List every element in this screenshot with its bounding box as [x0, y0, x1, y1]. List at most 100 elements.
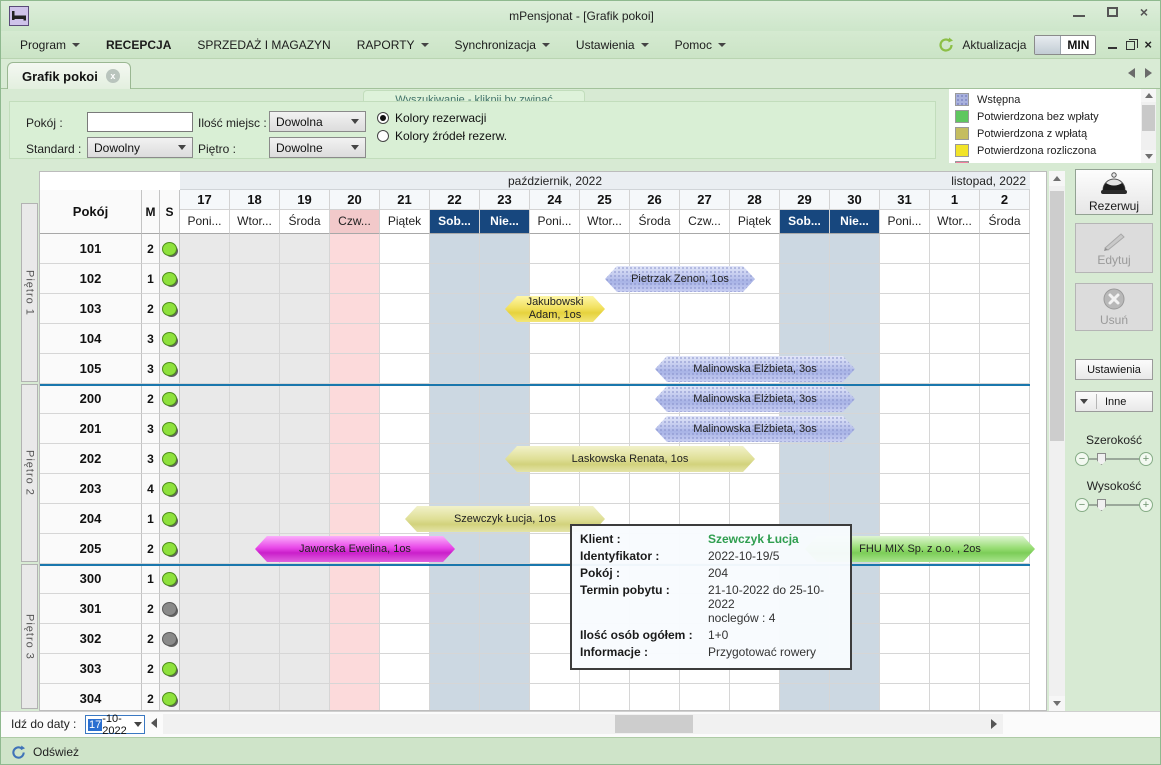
standard-filter-select[interactable]: Dowolny [87, 137, 193, 158]
chevron-down-icon [351, 145, 359, 150]
tooltip-label: Identyfikator : [580, 549, 708, 563]
day-number-cell: 25 [580, 190, 630, 210]
menu-item[interactable]: Ustawienia [563, 31, 662, 58]
radio-label: Kolory źródeł rezerw. [395, 129, 507, 143]
tooltip-value: 2022-10-19/5 [708, 549, 779, 563]
update-refresh-icon [938, 37, 954, 53]
scroll-right-icon[interactable] [991, 719, 997, 729]
minimize-button[interactable] [1073, 8, 1085, 17]
child-restore-button[interactable] [1126, 41, 1135, 50]
menu-item-label: RECEPCJA [106, 38, 171, 52]
tooltip-value-wrap: 21-10-2022 do 25-10-2022noclegów : 4 [708, 583, 842, 625]
legend-panel: WstępnaPotwierdzona bez wpłatyPotwierdzo… [949, 89, 1156, 163]
width-slider-thumb[interactable] [1097, 453, 1106, 465]
month-label-october: październik, 2022 [180, 172, 930, 190]
settings-button[interactable]: Ustawienia [1075, 359, 1153, 380]
room-filter-input[interactable] [87, 112, 193, 132]
scroll-up-icon[interactable] [1141, 89, 1156, 102]
day-number-cell: 28 [730, 190, 780, 210]
reservation-bar[interactable]: Malinowska Elżbieta, 3os [655, 416, 855, 442]
tab-scroll-right-icon[interactable] [1145, 68, 1152, 78]
legend-color-swatch [955, 110, 969, 123]
day-name-cell: Środa [980, 210, 1030, 234]
room-column-header: Pokój [40, 190, 142, 234]
slider-track[interactable] [1083, 504, 1145, 506]
tooltip-value: 21-10-2022 do 25-10-2022 [708, 583, 842, 611]
legend-scrollbar[interactable] [1141, 89, 1156, 163]
menu-item[interactable]: RAPORTY [344, 31, 442, 58]
day-name-row: Poni...Wtor...ŚrodaCzw...PiątekSob...Nie… [180, 210, 1030, 234]
min-toggle-knob[interactable] [1035, 36, 1061, 54]
day-number-cell: 31 [880, 190, 930, 210]
horizontal-scrollbar[interactable] [163, 714, 1003, 734]
tab-grafik-pokoi[interactable]: Grafik pokoi x [7, 62, 131, 89]
other-button[interactable]: Inne [1075, 391, 1153, 412]
reservation-bar[interactable]: Jaworska Ewelina, 1os [255, 536, 455, 562]
scroll-down-icon[interactable] [1141, 150, 1156, 163]
radio-label: Kolory rezerwacji [395, 111, 486, 125]
child-close-button[interactable]: × [1144, 40, 1152, 50]
menu-item[interactable]: Pomoc [662, 31, 739, 58]
delete-x-icon [1102, 287, 1126, 311]
menu-item[interactable]: Synchronizacja [442, 31, 563, 58]
refresh-label[interactable]: Odśwież [33, 745, 79, 759]
tooltip-value-wrap: 2022-10-19/5 [708, 549, 779, 563]
beds-filter-select[interactable]: Dowolna [269, 111, 366, 132]
day-number-cell: 23 [480, 190, 530, 210]
scroll-down-icon[interactable] [1049, 696, 1065, 711]
tooltip-row: Pokój :204 [580, 566, 842, 580]
day-name-cell: Poni... [880, 210, 930, 234]
plus-icon[interactable]: + [1139, 498, 1153, 512]
legend-item-label: Potwierdzona z wpłatą [977, 128, 1087, 140]
reserve-button[interactable]: Rezerwuj [1075, 169, 1153, 215]
reservation-bar[interactable]: Pietrzak Zenon, 1os [605, 266, 755, 292]
width-slider[interactable]: − + [1075, 451, 1153, 467]
tab-close-icon[interactable]: x [106, 69, 120, 83]
reservation-bar[interactable]: Malinowska Elżbieta, 3os [655, 356, 855, 382]
menu-item[interactable]: RECEPCJA [93, 31, 184, 58]
reserve-button-label: Rezerwuj [1089, 199, 1139, 213]
min-toggle[interactable]: MIN [1034, 35, 1096, 55]
scroll-left-icon[interactable] [151, 718, 157, 728]
tab-strip: Grafik pokoi x [1, 59, 1161, 89]
hscroll-thumb[interactable] [615, 715, 693, 733]
day-number-cell: 29 [780, 190, 830, 210]
menu-item[interactable]: Program [7, 31, 93, 58]
radio-colors-reservations[interactable]: Kolory rezerwacji [377, 111, 486, 125]
legend-scrollbar-thumb[interactable] [1142, 105, 1155, 131]
tooltip-row: Klient :Szewczyk Łucja [580, 532, 842, 546]
reservation-bar[interactable]: Malinowska Elżbieta, 3os [655, 386, 855, 412]
radio-button-icon[interactable] [377, 130, 389, 142]
close-button[interactable]: × [1140, 7, 1148, 17]
floor-filter-select[interactable]: Dowolne [269, 137, 366, 158]
tooltip-row: Termin pobytu :21-10-2022 do 25-10-2022n… [580, 583, 842, 625]
minus-icon[interactable]: − [1075, 452, 1089, 466]
reservation-bar[interactable]: Jakubowski Adam, 1os [505, 296, 605, 322]
update-label[interactable]: Aktualizacja [962, 38, 1026, 52]
legend-list: WstępnaPotwierdzona bez wpłatyPotwierdzo… [949, 91, 1139, 163]
date-rest-part: -10-2022 [102, 713, 131, 737]
child-minimize-button[interactable] [1108, 41, 1117, 49]
height-slider[interactable]: − + [1075, 497, 1153, 513]
maximize-button[interactable] [1107, 7, 1118, 17]
tooltip-label: Informacje : [580, 645, 708, 659]
edit-button[interactable]: Edytuj [1075, 223, 1153, 273]
goto-date-input[interactable]: 17-10-2022 [85, 715, 145, 734]
menu-item[interactable]: SPRZEDAŻ I MAGAZYN [184, 31, 343, 58]
height-slider-thumb[interactable] [1097, 499, 1106, 511]
reservation-bar[interactable]: Laskowska Renata, 1os [505, 446, 755, 472]
divider [1096, 394, 1097, 409]
beds-filter-value: Dowolna [276, 115, 323, 129]
minus-icon[interactable]: − [1075, 498, 1089, 512]
grid-vertical-scrollbar[interactable] [1049, 171, 1065, 711]
slider-track[interactable] [1083, 458, 1145, 460]
delete-button[interactable]: Usuń [1075, 283, 1153, 331]
grid-vscroll-thumb[interactable] [1050, 191, 1064, 441]
tab-scroll-left-icon[interactable] [1128, 68, 1135, 78]
radio-button-icon[interactable] [377, 112, 389, 124]
radio-colors-sources[interactable]: Kolory źródeł rezerw. [377, 129, 507, 143]
floor-label-text: Piętro 2 [24, 450, 36, 496]
menu-bar: Program RECEPCJA SPRZEDAŻ I MAGAZYNRAPORTY… [1, 31, 1161, 59]
plus-icon[interactable]: + [1139, 452, 1153, 466]
scroll-up-icon[interactable] [1049, 171, 1065, 186]
